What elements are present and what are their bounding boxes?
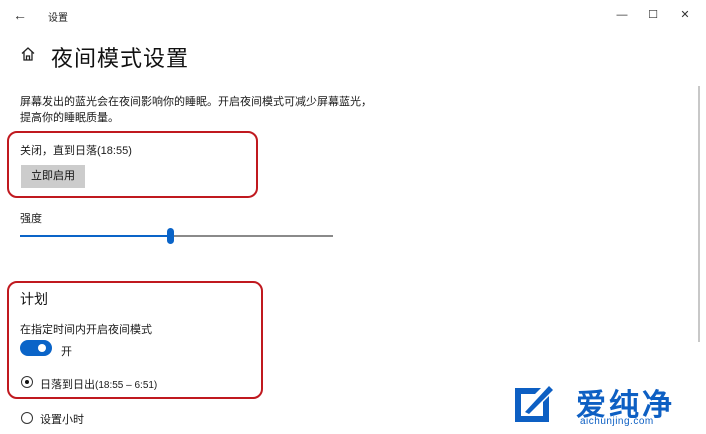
minimize-button[interactable]: —	[609, 4, 635, 26]
watermark-logo-icon	[515, 386, 553, 422]
home-icon[interactable]	[20, 46, 36, 62]
enable-now-button[interactable]: 立即启用	[21, 165, 85, 188]
strength-slider-thumb[interactable]	[166, 228, 174, 244]
window-title: 设置	[48, 13, 68, 24]
title-bar	[0, 0, 706, 30]
option-label: 日落到日出	[40, 379, 95, 391]
radio-set-hours-label[interactable]: 设置小时	[40, 411, 84, 427]
watermark-url: aichunjing.com	[580, 416, 654, 427]
radio-set-hours[interactable]	[21, 412, 33, 424]
schedule-heading: 计划	[20, 291, 48, 307]
schedule-toggle-knob	[38, 344, 46, 352]
strength-slider-fill	[20, 235, 171, 237]
scrollbar[interactable]	[698, 86, 700, 342]
maximize-button[interactable]: ☐	[640, 4, 666, 26]
page-title: 夜间模式设置	[51, 46, 190, 71]
schedule-toggle[interactable]	[20, 340, 52, 356]
night-light-status: 关闭，直到日落(18:55)	[20, 145, 132, 157]
close-button[interactable]: ✕	[672, 4, 698, 26]
option-detail: (18:55 – 6:51)	[95, 380, 158, 391]
radio-selected-dot	[25, 380, 29, 384]
radio-sunset-sunrise-label[interactable]: 日落到日出(18:55 – 6:51)	[40, 376, 157, 392]
strength-label: 强度	[20, 213, 42, 225]
schedule-toggle-label: 在指定时间内开启夜间模式	[20, 324, 152, 336]
back-button[interactable]: ←	[10, 6, 30, 24]
night-light-description: 屏幕发出的蓝光会在夜间影响你的睡眠。开启夜间模式可减少屏幕蓝光，提高你的睡眠质量…	[20, 96, 372, 124]
schedule-toggle-state: 开	[61, 346, 72, 358]
